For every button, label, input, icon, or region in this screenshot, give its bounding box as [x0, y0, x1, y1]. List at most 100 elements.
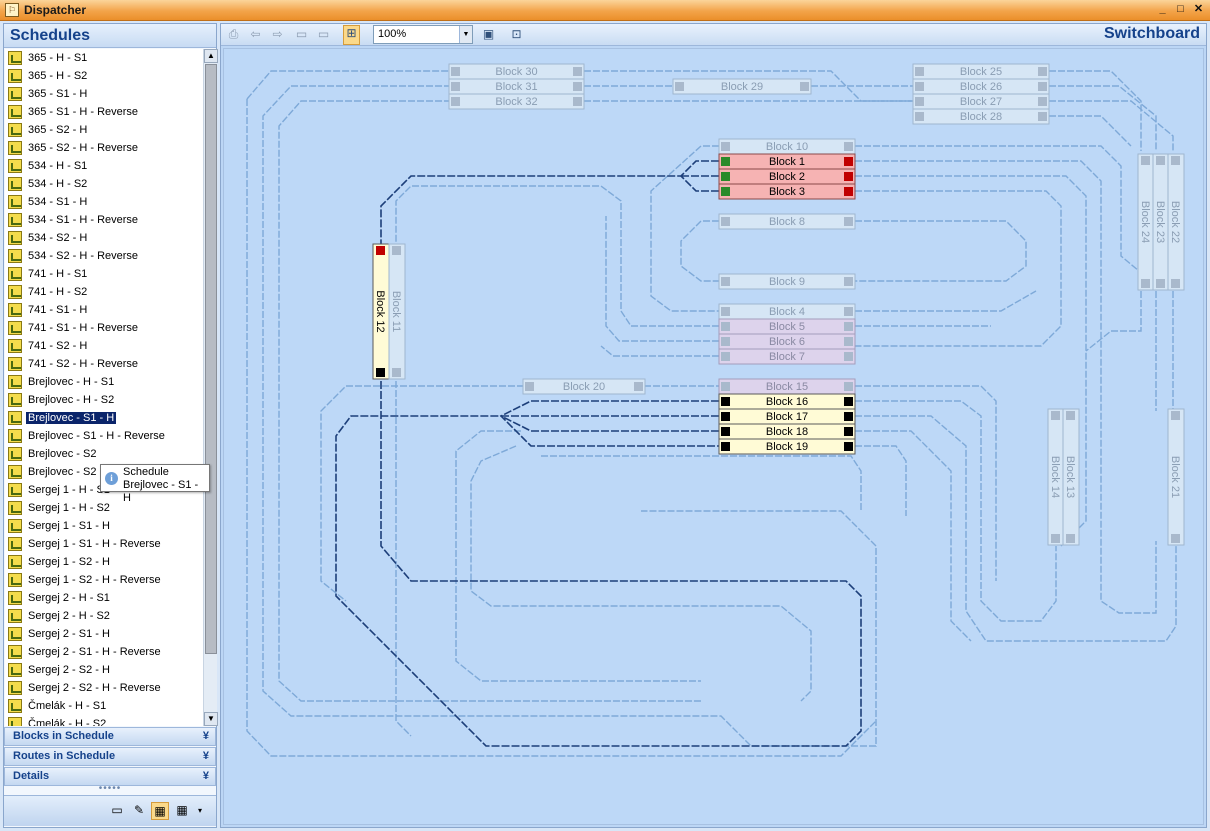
schedule-icon: [8, 609, 22, 623]
tooltip-title: Schedule: [123, 466, 169, 478]
schedule-icon: [8, 645, 22, 659]
schedule-item[interactable]: Sergej 2 - S2 - H: [5, 661, 203, 679]
schedule-item[interactable]: 741 - S2 - H - Reverse: [5, 355, 203, 373]
block-label: Block 27: [960, 96, 1002, 108]
schedule-item[interactable]: 534 - S2 - H: [5, 229, 203, 247]
schedule-item[interactable]: 534 - S1 - H: [5, 193, 203, 211]
schedule-item[interactable]: 534 - S2 - H - Reverse: [5, 247, 203, 265]
schedule-label: Sergej 2 - S2 - H: [28, 664, 110, 676]
schedule-item[interactable]: 365 - S2 - H - Reverse: [5, 139, 203, 157]
close-button[interactable]: ✕: [1191, 3, 1206, 17]
schedule-item[interactable]: 741 - H - S1: [5, 265, 203, 283]
schedule-item[interactable]: Čmelák - H - S2: [5, 715, 203, 726]
schedule-icon: [8, 717, 22, 726]
print-icon[interactable]: ⎙: [225, 27, 242, 43]
section-blocks-in-schedule[interactable]: Blocks in Schedule ¥: [4, 727, 216, 746]
schedule-item[interactable]: 741 - H - S2: [5, 283, 203, 301]
block-end-icon: [525, 382, 534, 391]
switchboard-canvas[interactable]: Block 30 Block 31 Block 32 Block 29 Block 25…: [223, 48, 1204, 825]
title-bar: ⚐ Dispatcher _ □ ✕: [0, 0, 1210, 21]
schedule-label: Sergej 2 - S1 - H: [28, 628, 110, 640]
routes-view-icon[interactable]: ▦: [173, 802, 191, 820]
block-label: Block 19: [766, 441, 808, 453]
active-route-segment: [500, 415, 719, 432]
panel-left-icon[interactable]: ▭: [293, 27, 310, 43]
schedule-item[interactable]: 741 - S2 - H: [5, 337, 203, 355]
schedule-label: 741 - S1 - H - Reverse: [28, 322, 139, 334]
block-label: Block 32: [495, 96, 537, 108]
schedule-item[interactable]: Brejlovec - S1 - H - Reverse: [5, 427, 203, 445]
schedule-label: Čmelák - H - S1: [28, 700, 107, 712]
schedule-item[interactable]: Čmelák - H - S1: [5, 697, 203, 715]
scroll-up-arrow-icon[interactable]: ▲: [204, 49, 218, 63]
schedule-item[interactable]: Brejlovec - H - S1: [5, 373, 203, 391]
schedule-item[interactable]: 365 - S2 - H: [5, 121, 203, 139]
schedule-label: 365 - S2 - H: [28, 124, 88, 136]
schedule-item[interactable]: 741 - S1 - H: [5, 301, 203, 319]
scroll-down-arrow-icon[interactable]: ▼: [204, 712, 218, 726]
schedule-icon: [8, 591, 22, 605]
chevron-down-icon[interactable]: ▾: [194, 802, 206, 820]
block-label: Block 24: [1139, 201, 1151, 243]
schedule-item[interactable]: 365 - S1 - H - Reverse: [5, 103, 203, 121]
block-end-icon: [573, 97, 582, 106]
schedule-item[interactable]: Brejlovec - S2: [5, 445, 203, 463]
schedule-item[interactable]: Sergej 2 - S1 - H - Reverse: [5, 643, 203, 661]
block-label: Block 14: [1049, 456, 1061, 498]
schedule-label: 534 - S2 - H: [28, 232, 88, 244]
block-end-icon: [376, 246, 385, 255]
schedule-item[interactable]: Brejlovec - H - S2: [5, 391, 203, 409]
track-segment: [1049, 85, 1157, 151]
schedules-view-icon[interactable]: ▦: [151, 802, 169, 820]
block-label: Block 8: [769, 216, 805, 228]
schedule-item[interactable]: 365 - H - S2: [5, 67, 203, 85]
tree-layout-icon[interactable]: ⊞: [343, 25, 360, 45]
schedule-item[interactable]: 534 - H - S2: [5, 175, 203, 193]
section-routes-in-schedule[interactable]: Routes in Schedule ¥: [4, 747, 216, 766]
schedule-item[interactable]: Sergej 2 - H - S1: [5, 589, 203, 607]
block-end-icon: [915, 97, 924, 106]
schedule-item[interactable]: Sergej 2 - S1 - H: [5, 625, 203, 643]
schedule-item[interactable]: Sergej 2 - S2 - H - Reverse: [5, 679, 203, 697]
panel-right-icon[interactable]: ▭: [315, 27, 332, 43]
fit-page-icon[interactable]: ▣: [480, 27, 497, 43]
zoom-combobox[interactable]: 100% ▼: [373, 25, 473, 44]
schedule-icon: [8, 501, 22, 515]
schedule-item[interactable]: Sergej 1 - S2 - H: [5, 553, 203, 571]
schedule-item[interactable]: Sergej 2 - H - S2: [5, 607, 203, 625]
schedule-label: 534 - H - S2: [28, 178, 88, 190]
block-label: Block 6: [769, 336, 805, 348]
block-label: Block 26: [960, 81, 1002, 93]
schedule-item[interactable]: 365 - H - S1: [5, 49, 203, 67]
block-end-icon: [1038, 67, 1047, 76]
switchboard-panel: ⎙ ⇦ ⇨ ▭ ▭ ⊞ 100% ▼ ▣ ⊡ Switchboard Block…: [220, 23, 1207, 828]
maximize-button[interactable]: □: [1173, 3, 1188, 17]
schedule-item[interactable]: Sergej 1 - S1 - H - Reverse: [5, 535, 203, 553]
schedule-scrollbar[interactable]: ▲ ▼: [203, 49, 218, 726]
forward-arrow-icon[interactable]: ⇨: [269, 27, 286, 43]
splitter-grip[interactable]: •••••: [4, 784, 216, 794]
scroll-thumb[interactable]: [205, 64, 217, 654]
schedule-icon: [8, 681, 22, 695]
block-end-icon: [1051, 534, 1060, 543]
schedule-item[interactable]: 741 - S1 - H - Reverse: [5, 319, 203, 337]
schedule-item[interactable]: Sergej 1 - S1 - H: [5, 517, 203, 535]
schedule-item[interactable]: Brejlovec - S1 - H: [5, 409, 203, 427]
schedule-item[interactable]: 365 - S1 - H: [5, 85, 203, 103]
block-label: Block 10: [766, 141, 808, 153]
pencil-icon[interactable]: ✎: [130, 802, 148, 820]
schedule-item[interactable]: 534 - S1 - H - Reverse: [5, 211, 203, 229]
track-diagram[interactable]: Block 30 Block 31 Block 32 Block 29 Block 25…: [224, 49, 1205, 826]
select-tool-icon[interactable]: ⊡: [508, 27, 525, 43]
chevron-down-icon[interactable]: ▼: [459, 26, 472, 43]
schedule-icon: [8, 483, 22, 497]
block-end-icon: [1066, 411, 1075, 420]
schedule-item[interactable]: Sergej 1 - S2 - H - Reverse: [5, 571, 203, 589]
schedule-item[interactable]: 534 - H - S1: [5, 157, 203, 175]
schedule-list[interactable]: 365 - H - S1 365 - H - S2 365 - S1 - H 365 …: [5, 49, 203, 726]
block-end-icon: [1038, 82, 1047, 91]
blocks-view-icon[interactable]: ▭: [108, 802, 126, 820]
block-label: Block 23: [1154, 201, 1166, 243]
minimize-button[interactable]: _: [1155, 3, 1170, 17]
back-arrow-icon[interactable]: ⇦: [247, 27, 264, 43]
